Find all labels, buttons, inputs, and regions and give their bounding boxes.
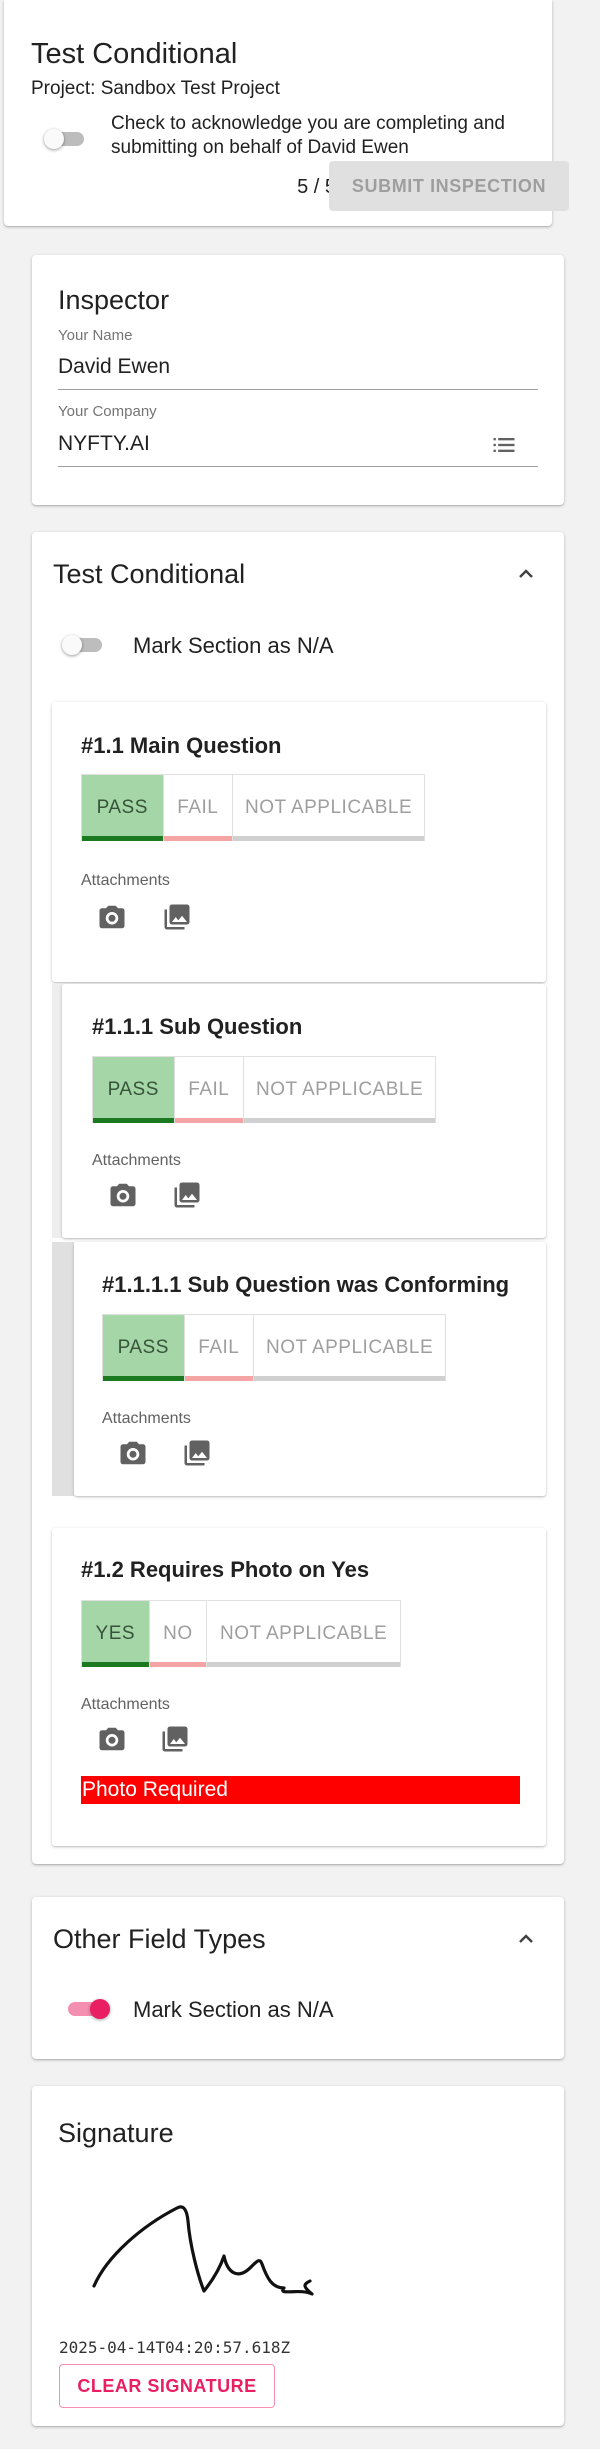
page-title: Test Conditional	[31, 38, 238, 70]
clear-signature-label: CLEAR SIGNATURE	[77, 2375, 257, 2396]
nest-indicator	[52, 984, 62, 1238]
section-test-conditional: Test Conditional Mark Section as N/A #1.…	[32, 532, 564, 1864]
photo-required-warning: Photo Required	[81, 1776, 520, 1804]
image-icon[interactable]	[172, 1180, 202, 1210]
answer-button-group: PASS FAIL NOT APPLICABLE	[81, 774, 425, 841]
not-applicable-button[interactable]: NOT APPLICABLE	[207, 1601, 400, 1667]
name-field[interactable]: David Ewen	[58, 355, 170, 379]
chevron-up-icon[interactable]	[514, 562, 538, 586]
question-card: #1.1 Main Question PASS FAIL NOT APPLICA…	[52, 702, 546, 982]
fail-button[interactable]: FAIL	[163, 775, 234, 841]
nest-indicator	[52, 1242, 74, 1496]
toggle-thumb	[44, 129, 64, 149]
question-title: #1.1 Main Question	[81, 733, 282, 758]
signature-title: Signature	[58, 2118, 174, 2148]
not-applicable-button[interactable]: NOT APPLICABLE	[233, 775, 424, 841]
pass-button[interactable]: PASS	[82, 775, 164, 841]
acknowledge-toggle[interactable]	[44, 126, 96, 152]
pass-button[interactable]: PASS	[103, 1315, 185, 1381]
inspector-title: Inspector	[58, 285, 170, 315]
answer-button-group: PASS FAIL NOT APPLICABLE	[92, 1056, 436, 1123]
question-card: #1.2 Requires Photo on Yes YES NO NOT AP…	[52, 1528, 546, 1846]
attachments-label: Attachments	[81, 872, 170, 889]
question-title: #1.1.1 Sub Question	[92, 1014, 303, 1039]
mark-section-na-toggle[interactable]	[62, 632, 114, 658]
name-underline	[58, 389, 538, 390]
mark-section-na-label: Mark Section as N/A	[133, 633, 334, 658]
image-icon[interactable]	[182, 1438, 212, 1468]
image-icon[interactable]	[160, 1724, 190, 1754]
submit-inspection-label: SUBMIT INSPECTION	[351, 175, 547, 196]
no-button[interactable]: NO	[149, 1601, 208, 1667]
question-title: #1.1.1.1 Sub Question was Conforming	[102, 1272, 510, 1297]
answer-button-group: PASS FAIL NOT APPLICABLE	[102, 1314, 446, 1381]
attachments-label: Attachments	[102, 1410, 191, 1427]
answer-button-group: YES NO NOT APPLICABLE	[81, 1600, 401, 1667]
camera-icon[interactable]	[118, 1438, 148, 1468]
not-applicable-button[interactable]: NOT APPLICABLE	[254, 1315, 445, 1381]
attachments-label: Attachments	[92, 1152, 181, 1169]
section-title: Other Field Types	[53, 1924, 266, 1954]
section-title: Test Conditional	[53, 559, 246, 589]
not-applicable-button[interactable]: NOT APPLICABLE	[244, 1057, 435, 1123]
company-underline	[58, 466, 538, 467]
signature-stroke	[92, 2205, 314, 2296]
name-label: Your Name	[58, 327, 133, 344]
image-icon[interactable]	[162, 902, 192, 932]
signature-card: Signature 2025-04-14T04:20:57.618Z CLEAR…	[32, 2086, 564, 2426]
fail-button[interactable]: FAIL	[184, 1315, 255, 1381]
company-field[interactable]: NYFTY.AI	[58, 432, 150, 456]
attachments-label: Attachments	[81, 1696, 170, 1713]
project-name: Project: Sandbox Test Project	[31, 78, 280, 99]
fail-button[interactable]: FAIL	[174, 1057, 245, 1123]
section-other-field-types: Other Field Types Mark Section as N/A	[32, 1897, 564, 2059]
header-card: Test Conditional Project: Sandbox Test P…	[4, 0, 569, 226]
mark-section-na-toggle[interactable]	[66, 1994, 120, 2024]
question-card: #1.1.1 Sub Question PASS FAIL NOT APPLIC…	[62, 984, 546, 1238]
progress-count: 5 / 5	[297, 176, 336, 198]
yes-button[interactable]: YES	[82, 1601, 150, 1667]
question-title: #1.2 Requires Photo on Yes	[81, 1557, 370, 1582]
chevron-up-icon[interactable]	[514, 1927, 538, 1951]
pass-button[interactable]: PASS	[93, 1057, 175, 1123]
mark-section-na-label: Mark Section as N/A	[133, 1997, 334, 2022]
clear-signature-button[interactable]: CLEAR SIGNATURE	[59, 2364, 275, 2408]
list-icon[interactable]	[490, 431, 518, 459]
camera-icon[interactable]	[97, 902, 127, 932]
acknowledge-text: Check to acknowledge you are completing …	[111, 113, 505, 158]
company-label: Your Company	[58, 403, 157, 420]
signature-pad[interactable]	[72, 2186, 372, 2326]
question-card: #1.1.1.1 Sub Question was Conforming PAS…	[74, 1242, 546, 1496]
camera-icon[interactable]	[108, 1180, 138, 1210]
inspector-card: Inspector Your Name David Ewen Your Comp…	[32, 255, 564, 505]
submit-inspection-button[interactable]: SUBMIT INSPECTION	[329, 161, 569, 211]
signature-timestamp: 2025-04-14T04:20:57.618Z	[59, 2338, 291, 2357]
camera-icon[interactable]	[97, 1724, 127, 1754]
